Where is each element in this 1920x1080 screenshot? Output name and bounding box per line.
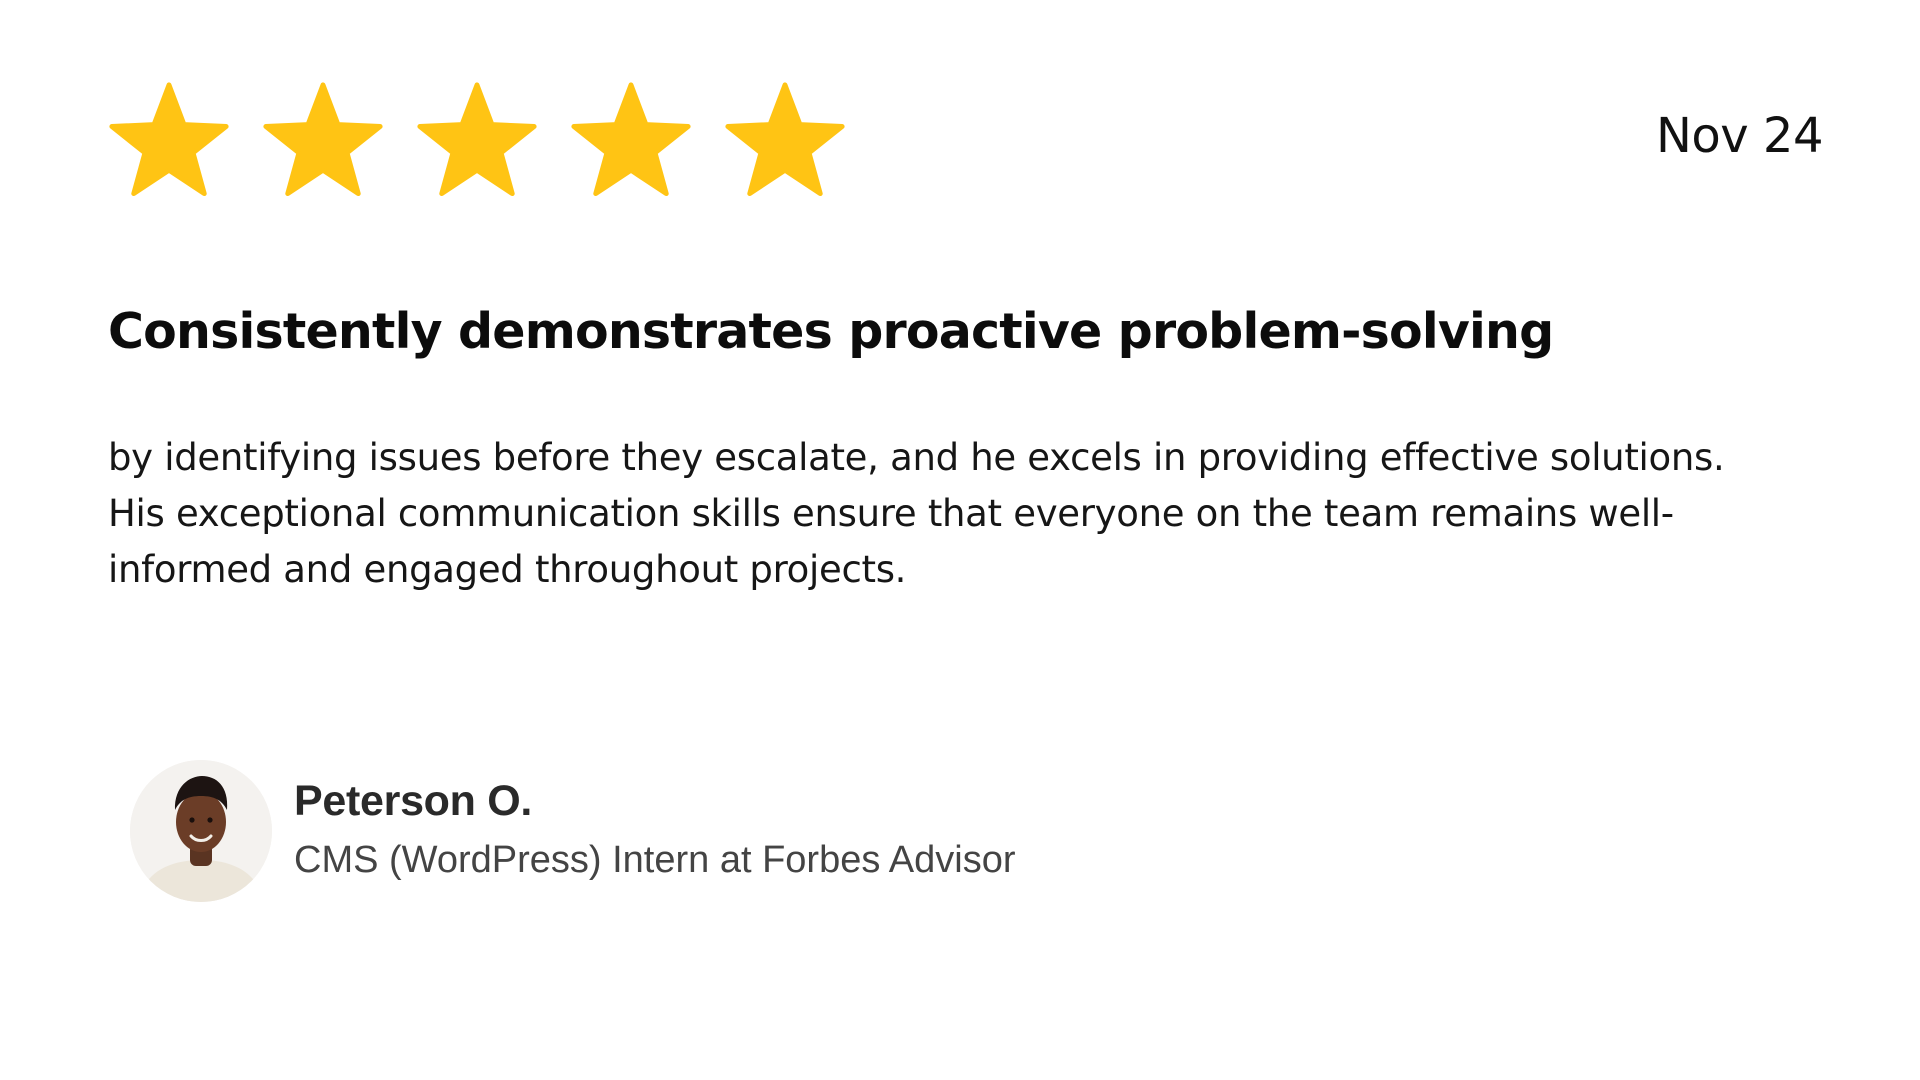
author-role: CMS (WordPress) Intern at Forbes Advisor (294, 839, 1016, 881)
star-icon (570, 80, 692, 198)
review-body-line: by identifying issues before they escala… (108, 436, 1725, 479)
star-icon (724, 80, 846, 198)
review-body: by identifying issues before they escala… (108, 430, 1828, 598)
star-icon (416, 80, 538, 198)
review-body-line: His exceptional communication skills ens… (108, 492, 1674, 535)
star-icon (262, 80, 384, 198)
author-block: Peterson O. CMS (WordPress) Intern at Fo… (130, 760, 1016, 902)
avatar (130, 760, 272, 902)
testimonial-card: Nov 24 Consistently demonstrates proacti… (0, 0, 1920, 1080)
author-name: Peterson O. (294, 777, 533, 825)
star-icon (108, 80, 230, 198)
review-body-line: informed and engaged throughout projects… (108, 548, 907, 591)
author-info: Peterson O. CMS (WordPress) Intern at Fo… (294, 774, 1016, 888)
review-headline: Consistently demonstrates proactive prob… (108, 303, 1554, 360)
star-rating (108, 80, 846, 198)
review-date: Nov 24 (1655, 108, 1824, 164)
